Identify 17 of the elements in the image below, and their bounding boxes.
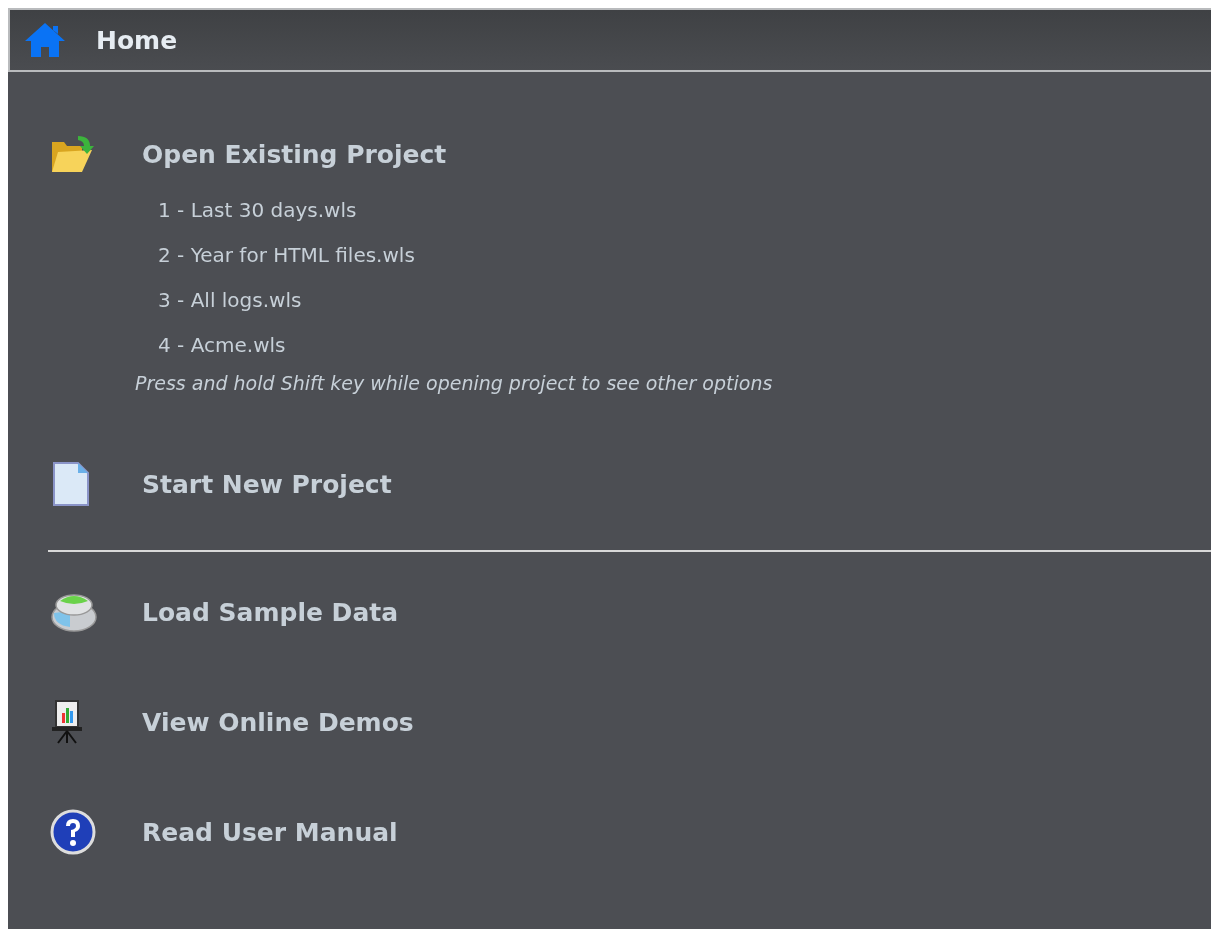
- help-icon: [50, 809, 96, 855]
- action-link[interactable]: View Online Demos: [142, 707, 414, 737]
- recent-project-link[interactable]: 2 - Year for HTML files.wls: [158, 233, 1211, 278]
- action-link[interactable]: Open Existing Project: [142, 139, 447, 169]
- folder-icon: [50, 134, 96, 174]
- hint-text: Press and hold Shift key while opening project to see other options: [134, 372, 774, 394]
- action-link[interactable]: Load Sample Data: [142, 597, 399, 627]
- action-link[interactable]: Start New Project: [142, 469, 392, 499]
- recent-project-link[interactable]: 3 - All logs.wls: [158, 278, 1211, 323]
- presentation-board-icon: [50, 699, 84, 745]
- recent-project-link[interactable]: 4 - Acme.wls: [158, 323, 1211, 368]
- database-icon: [50, 591, 98, 633]
- action-link[interactable]: Read User Manual: [142, 817, 398, 847]
- home-icon: [24, 22, 66, 58]
- recent-project-link[interactable]: 1 - Last 30 days.wls: [158, 188, 1211, 233]
- header-title: Home: [96, 25, 178, 55]
- document-icon: [50, 461, 90, 507]
